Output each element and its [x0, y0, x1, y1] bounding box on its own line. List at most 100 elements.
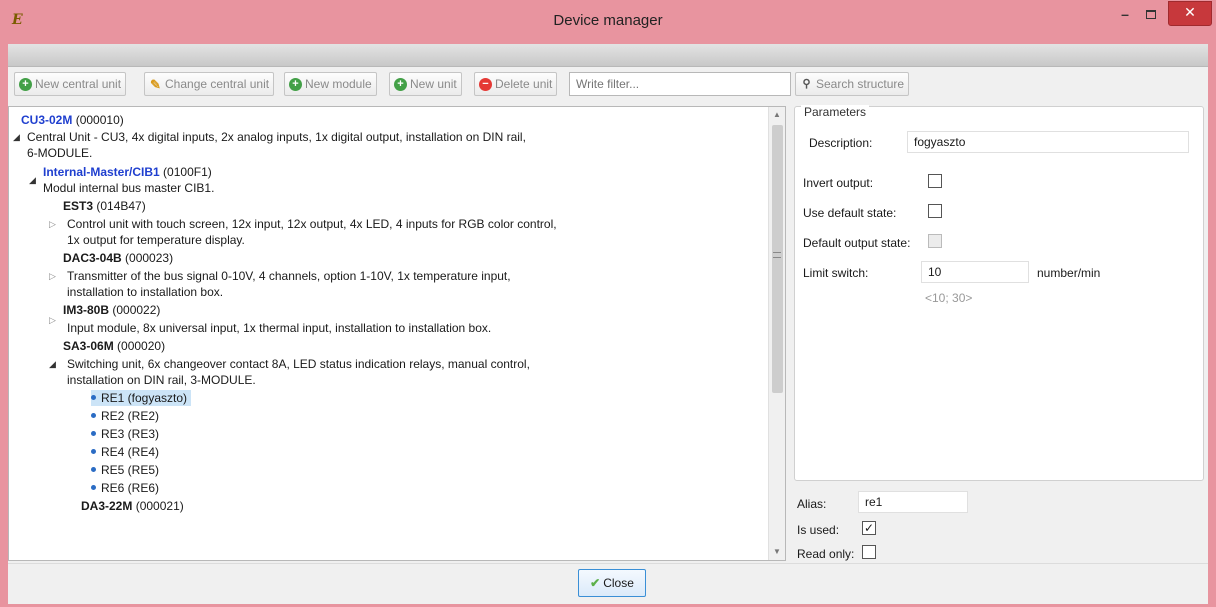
scroll-up-arrow-icon[interactable]: ▲	[769, 107, 785, 123]
delete-unit-label: Delete unit	[495, 77, 553, 91]
new-module-button[interactable]: + New module	[284, 72, 377, 96]
est-description: Control unit with touch screen, 12x inpu…	[67, 217, 557, 231]
im-code: (000022)	[112, 303, 161, 317]
close-window-button[interactable]: ✕	[1168, 1, 1212, 26]
dac-description: Transmitter of the bus signal 0-10V, 4 c…	[67, 269, 511, 283]
invert-output-label: Invert output:	[803, 176, 874, 190]
search-structure-button[interactable]: ⚲ Search structure	[795, 72, 910, 96]
tree-node-cu[interactable]: CU3-02M (000010)	[21, 112, 124, 128]
invert-output-checkbox[interactable]	[928, 174, 942, 188]
cu-description: Central Unit - CU3, 4x digital inputs, 2…	[27, 130, 526, 144]
limit-switch-range: <10; 30>	[925, 291, 973, 305]
expanded-arrow-icon[interactable]: ◢	[29, 172, 36, 188]
scroll-down-arrow-icon[interactable]: ▼	[769, 544, 785, 560]
pencil-icon: ✎	[150, 77, 161, 92]
est-code: (014B47)	[96, 199, 146, 213]
bullet-icon	[91, 395, 96, 401]
filter-input[interactable]	[569, 72, 791, 96]
read-only-label: Read only:	[797, 547, 855, 561]
tree-leaf-relay[interactable]: RE4 (RE4)	[91, 444, 163, 460]
maximize-button[interactable]	[1138, 4, 1164, 26]
collapsed-arrow-icon[interactable]: ▷	[49, 312, 56, 328]
client-area: + New central unit ✎ Change central unit…	[8, 44, 1208, 604]
new-central-unit-label: New central unit	[35, 77, 122, 91]
use-default-state-label: Use default state:	[803, 206, 897, 220]
checkmark-icon: ✔	[590, 576, 601, 590]
footer-divider	[8, 563, 1208, 564]
tree-leaf-relay[interactable]: RE6 (RE6)	[91, 480, 163, 496]
tree-node-da3[interactable]: DA3-22M (000021)	[81, 498, 184, 514]
master-code: (0100F1)	[163, 165, 212, 179]
maximize-icon	[1146, 10, 1156, 19]
parameters-group: Parameters Description: fogyaszto Invert…	[794, 105, 1204, 481]
tree-node-im3[interactable]: IM3-80B (000022)	[63, 302, 160, 318]
window-title: Device manager	[553, 12, 663, 29]
tree-node-dac3[interactable]: DAC3-04B (000023)	[63, 250, 173, 266]
bullet-icon	[91, 467, 96, 473]
toolbar: + New central unit ✎ Change central unit…	[8, 72, 1208, 98]
expanded-arrow-icon[interactable]: ◢	[13, 129, 20, 145]
dac-name: DAC3-04B	[63, 251, 122, 265]
change-central-unit-button[interactable]: ✎ Change central unit	[144, 72, 275, 96]
change-central-unit-label: Change central unit	[165, 77, 270, 91]
delete-unit-button[interactable]: − Delete unit	[474, 72, 558, 96]
im-name: IM3-80B	[63, 303, 110, 317]
limit-switch-input[interactable]: 10	[921, 261, 1029, 283]
minimize-button[interactable]: –	[1112, 4, 1138, 26]
sa-description: Switching unit, 6x changeover contact 8A…	[67, 357, 530, 371]
device-manager-window: E Device manager – ✕ + New central unit …	[0, 0, 1216, 607]
close-button-label: Close	[603, 576, 634, 590]
master-description: Modul internal bus master CIB1.	[43, 181, 215, 195]
master-name: Internal-Master/CIB1	[43, 165, 160, 179]
tree-leaf-relay[interactable]: RE5 (RE5)	[91, 462, 163, 478]
tree-leaf-relay[interactable]: RE1 (fogyaszto)	[91, 390, 192, 406]
relay-label: RE1 (fogyaszto)	[101, 391, 188, 405]
close-button[interactable]: ✔ Close	[578, 569, 646, 597]
est-description-cont: 1x output for temperature display.	[67, 233, 245, 247]
use-default-state-checkbox[interactable]	[928, 204, 942, 218]
header-band	[8, 44, 1208, 67]
collapsed-arrow-icon[interactable]: ▷	[49, 216, 56, 232]
relay-label: RE3 (RE3)	[101, 427, 160, 441]
limit-switch-unit: number/min	[1037, 266, 1101, 280]
plus-circle-icon: +	[289, 78, 302, 91]
tree-leaf-relay[interactable]: RE3 (RE3)	[91, 426, 163, 442]
parameters-legend: Parameters	[801, 105, 870, 119]
relay-label: RE2 (RE2)	[101, 409, 160, 423]
limit-switch-label: Limit switch:	[803, 266, 869, 280]
da-code: (000021)	[135, 499, 184, 513]
read-only-checkbox[interactable]	[862, 545, 876, 559]
tree-node-master[interactable]: Internal-Master/CIB1 (0100F1)	[43, 164, 212, 180]
da-name: DA3-22M	[81, 499, 133, 513]
tree-scrollbar[interactable]: ▲ ▼	[768, 107, 785, 560]
bullet-icon	[91, 413, 96, 419]
expanded-arrow-icon[interactable]: ◢	[49, 356, 56, 372]
dac-code: (000023)	[125, 251, 174, 265]
tree-node-est3[interactable]: EST3 (014B47)	[63, 198, 146, 214]
is-used-checkbox[interactable]: ✓	[862, 521, 876, 535]
collapsed-arrow-icon[interactable]: ▷	[49, 268, 56, 284]
new-unit-button[interactable]: + New unit	[389, 72, 462, 96]
bullet-icon	[91, 485, 96, 491]
relay-label: RE6 (RE6)	[101, 481, 160, 495]
device-tree[interactable]: CU3-02M (000010) ◢ Central Unit - CU3, 4…	[8, 106, 786, 561]
im-description: Input module, 8x universal input, 1x the…	[67, 321, 492, 335]
bullet-icon	[91, 449, 96, 455]
cu-code: (000010)	[75, 113, 124, 127]
search-structure-icon: ⚲	[802, 78, 811, 90]
dac-description-cont: installation to installation box.	[67, 285, 224, 299]
cu-name: CU3-02M	[21, 113, 73, 127]
plus-circle-icon: +	[19, 78, 32, 91]
new-central-unit-button[interactable]: + New central unit	[14, 72, 127, 96]
default-output-state-checkbox	[928, 234, 942, 248]
bullet-icon	[91, 431, 96, 437]
minus-circle-icon: −	[479, 78, 492, 91]
tree-leaf-relay[interactable]: RE2 (RE2)	[91, 408, 163, 424]
description-field[interactable]: fogyaszto	[907, 131, 1189, 153]
tree-node-sa3[interactable]: SA3-06M (000020)	[63, 338, 165, 354]
plus-circle-icon: +	[394, 78, 407, 91]
est-name: EST3	[63, 199, 94, 213]
scrollbar-thumb[interactable]	[772, 125, 783, 393]
new-unit-label: New unit	[410, 77, 457, 91]
alias-input[interactable]: re1	[858, 491, 968, 513]
